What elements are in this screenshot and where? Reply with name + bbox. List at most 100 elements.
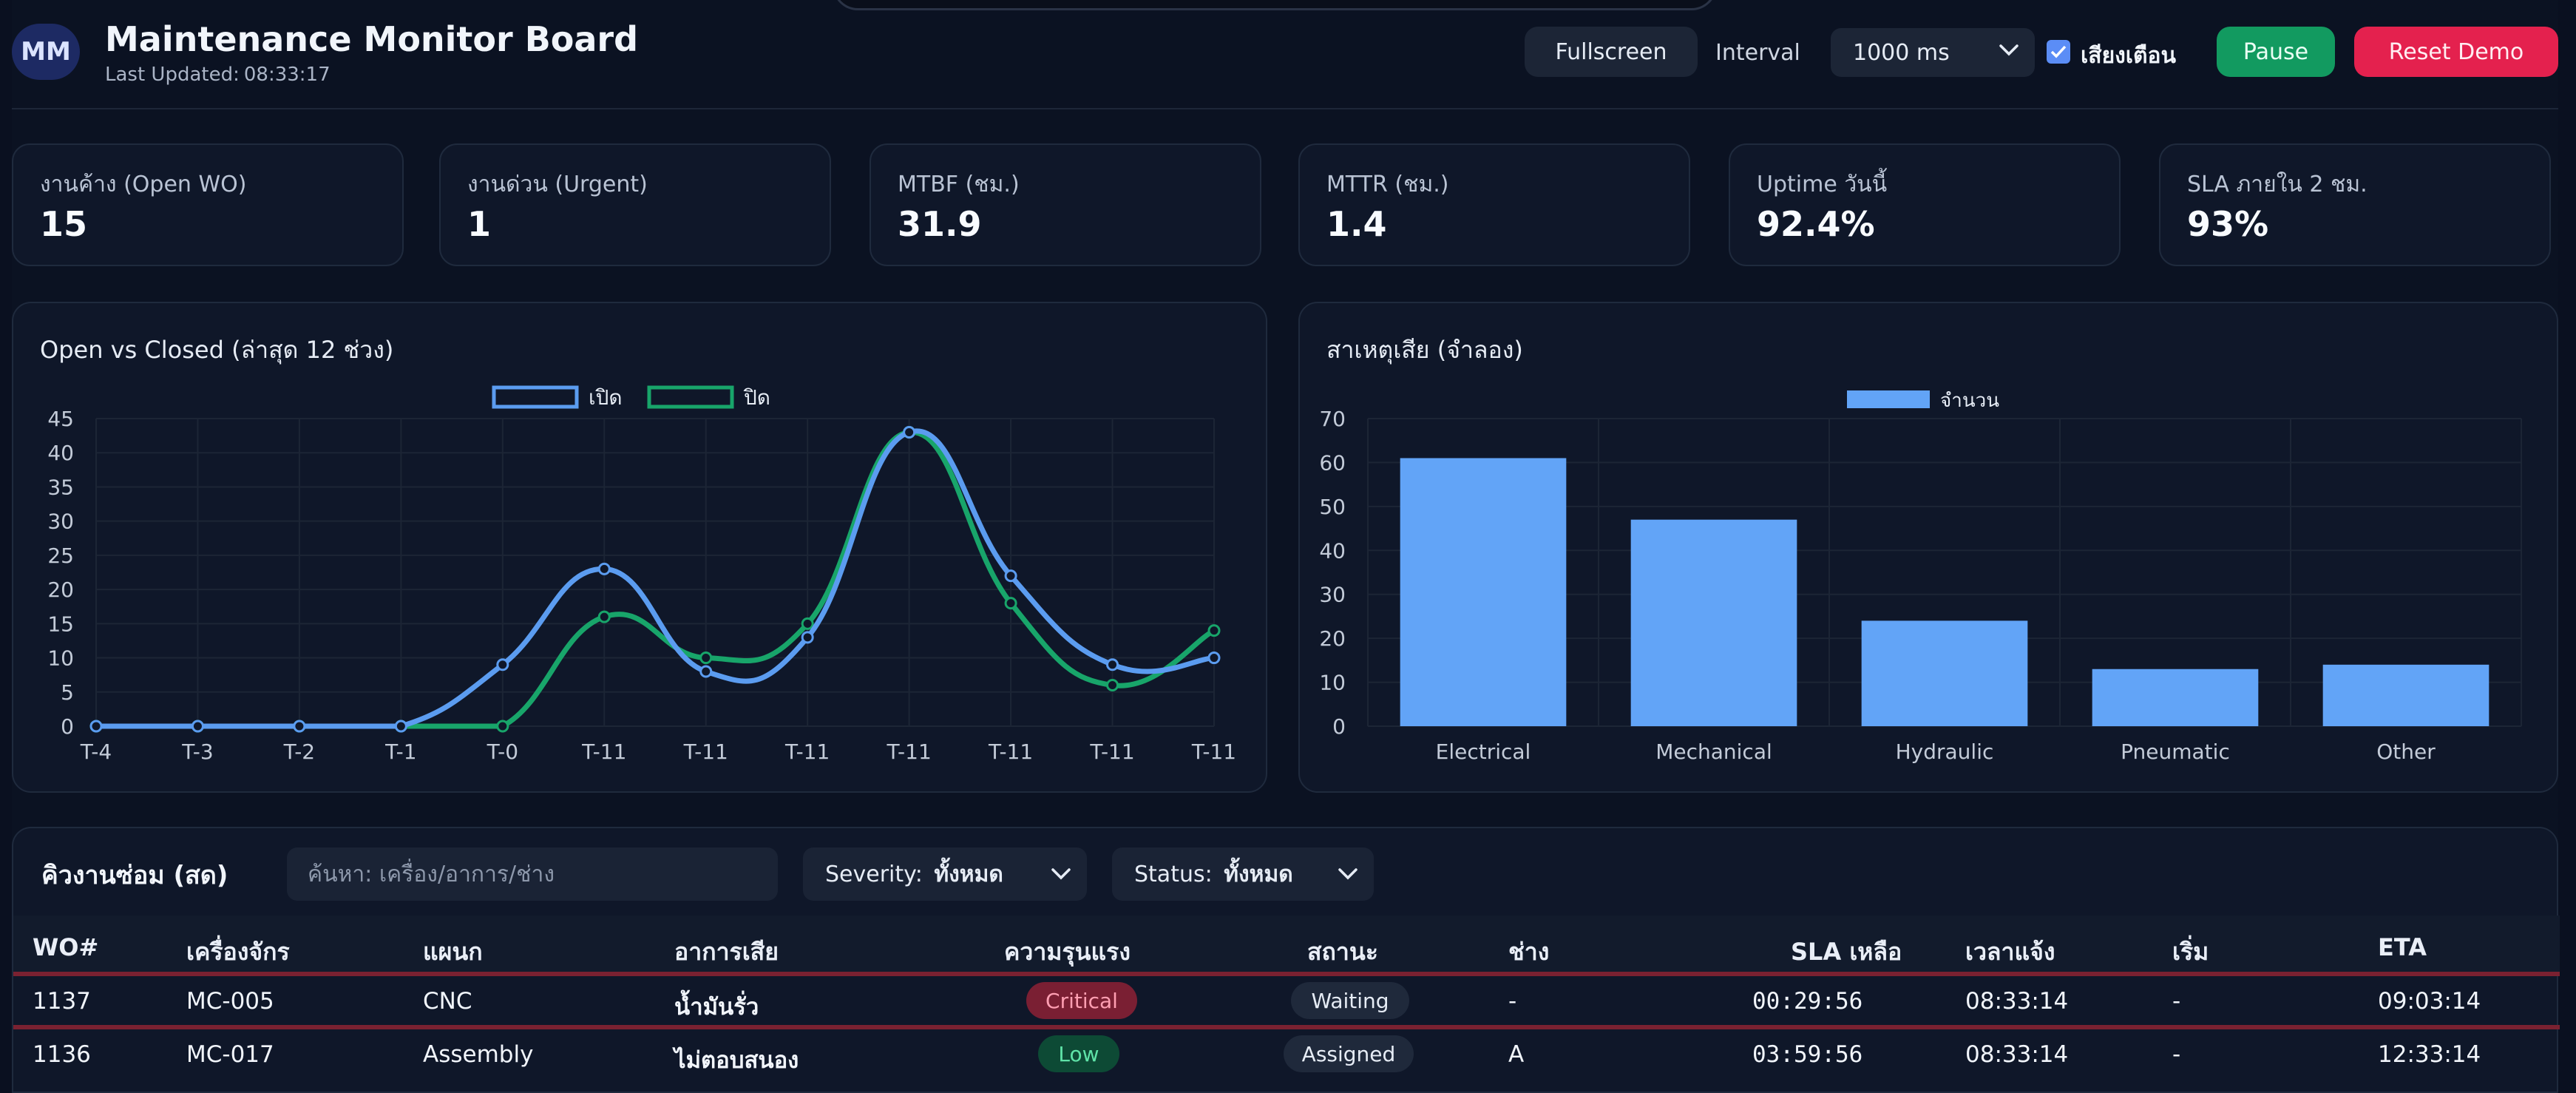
table-header: WO# เครื่องจักร แผนก อาการเสีย ความรุนแร… (13, 916, 2560, 976)
status-filter-value: ทั้งหมด (1224, 861, 1293, 887)
status-filter-select[interactable]: Status: ทั้งหมด (1112, 847, 1374, 901)
failure-cause-chart-panel: สาเหตุเสีย (จำลอง) 0 10 20 30 40 50 60 70 จำนวน E… (1298, 302, 2558, 793)
work-queue-panel: คิวงานซ่อม (สด) ค้นหา: เครื่อง/อาการ/ช่า… (12, 827, 2560, 1093)
reset-demo-button[interactable]: Reset Demo (2354, 27, 2558, 77)
cell-sla: 00:29:56 (1752, 988, 1863, 1015)
kpi-card-open-wo: งานค้าง (Open WO) 15 (12, 143, 404, 266)
y-tick-label: 50 (1319, 495, 1346, 519)
data-point (597, 562, 611, 575)
legend-label: ปิด (743, 385, 770, 410)
interval-value: 1000 ms (1853, 39, 1950, 66)
cell-reported: 08:33:14 (1965, 1041, 2069, 1068)
checkmark-icon (2050, 45, 2067, 58)
pause-button[interactable]: Pause (2217, 27, 2335, 77)
y-tick-label: 60 (1319, 450, 1346, 475)
severity-filter-select[interactable]: Severity: ทั้งหมด (803, 847, 1087, 901)
col-wo[interactable]: WO# (33, 933, 98, 961)
x-tick-label: T-11 (1191, 740, 1236, 764)
x-tick-label: Hydraulic (1896, 740, 1994, 764)
bar (2092, 669, 2259, 726)
cell-wo: 1136 (33, 1041, 91, 1068)
y-tick-label: 5 (61, 680, 74, 705)
y-tick-label: 20 (47, 578, 74, 602)
col-status[interactable]: สถานะ (1307, 933, 1378, 971)
col-start[interactable]: เริ่ม (2172, 933, 2209, 971)
col-severity[interactable]: ความรุนแรง (1004, 933, 1131, 971)
kpi-card-sla: SLA ภายใน 2 ชม. 93% (2159, 143, 2551, 266)
status-filter-label: Status: (1134, 861, 1213, 887)
failure-cause-bar-chart: 0 10 20 30 40 50 60 70 จำนวน Electrical Mechanical… (1319, 390, 2522, 764)
col-sla[interactable]: SLA เหลือ (1791, 933, 1902, 971)
kpi-card-urgent: งานด่วน (Urgent) 1 (439, 143, 831, 266)
x-tick-label: Other (2376, 740, 2436, 764)
cell-tech: A (1508, 1041, 1525, 1068)
cell-sla: 03:59:56 (1752, 1041, 1863, 1068)
data-point (191, 720, 204, 733)
x-tick-label: T-1 (384, 740, 416, 764)
col-symptom[interactable]: อาการเสีย (674, 933, 779, 971)
fullscreen-button[interactable]: Fullscreen (1525, 27, 1698, 77)
kpi-card-mtbf: MTBF (ชม.) 31.9 (870, 143, 1261, 266)
x-tick-label: T-11 (784, 740, 830, 764)
x-tick-label: T-11 (887, 740, 932, 764)
cell-symptom: น้ำมันรั่ว (674, 994, 759, 1021)
cell-eta: 09:03:14 (2378, 988, 2481, 1015)
data-point (394, 720, 407, 733)
severity-filter-label: Severity: (825, 861, 923, 887)
kpi-label: งานด่วน (Urgent) (467, 172, 648, 197)
bar (1861, 620, 2028, 726)
cell-eta: 12:33:14 (2378, 1041, 2481, 1068)
col-eta[interactable]: ETA (2378, 933, 2427, 961)
table-row[interactable]: 1137 MC-005 CNC น้ำมันรั่ว Critical Wait… (13, 976, 2560, 1029)
cell-tech: - (1508, 988, 1517, 1015)
status-badge-waiting: Waiting (1291, 982, 1409, 1019)
cell-start: - (2172, 1041, 2181, 1068)
app-window: MM Maintenance Monitor Board Last Update… (12, 0, 2560, 1093)
y-tick-label: 35 (47, 475, 74, 499)
chevron-down-icon (1051, 868, 1071, 880)
x-tick-label: T-3 (181, 740, 213, 764)
x-tick-label: T-11 (581, 740, 626, 764)
x-tick-label: T-11 (988, 740, 1033, 764)
cell-dept: CNC (423, 988, 472, 1015)
severity-badge-low: Low (1038, 1035, 1119, 1072)
header-bar: MM Maintenance Monitor Board Last Update… (12, 0, 2558, 109)
data-point (801, 617, 814, 630)
cell-symptom: ไม่ตอบสนอง (674, 1047, 799, 1074)
y-tick-label: 15 (47, 612, 74, 636)
sound-alert-checkbox[interactable] (2047, 40, 2070, 64)
x-tick-label: T-11 (683, 740, 728, 764)
interval-select[interactable]: 1000 ms (1831, 28, 2035, 77)
y-tick-label: 40 (1319, 538, 1346, 563)
sound-alert-label: เสียงเตือน (2081, 43, 2177, 69)
data-point (1207, 624, 1221, 637)
col-reported[interactable]: เวลาแจ้ง (1965, 933, 2055, 971)
x-tick-label: T-0 (487, 740, 518, 764)
table-row[interactable]: 1136 MC-017 Assembly ไม่ตอบสนอง Low Assi… (13, 1029, 2560, 1083)
data-point (496, 658, 509, 671)
col-machine[interactable]: เครื่องจักร (186, 933, 290, 971)
y-tick-label: 45 (47, 407, 74, 431)
severity-badge-critical: Critical (1026, 982, 1137, 1019)
x-tick-label: T-4 (80, 740, 112, 764)
last-updated-label: Last Updated: (105, 64, 240, 86)
y-tick-label: 40 (47, 441, 74, 465)
cell-dept: Assembly (423, 1041, 534, 1068)
col-dept[interactable]: แผนก (423, 933, 483, 971)
interval-label: Interval (1715, 40, 1800, 66)
series-line (95, 428, 1215, 729)
kpi-value: 31.9 (898, 204, 982, 244)
data-point (1207, 652, 1221, 665)
y-tick-label: 30 (1319, 583, 1346, 607)
kpi-label: งานค้าง (Open WO) (40, 172, 247, 197)
col-tech[interactable]: ช่าง (1508, 933, 1549, 971)
cell-machine: MC-005 (186, 988, 274, 1015)
y-tick-label: 10 (1319, 671, 1346, 695)
kpi-label: Uptime วันนี้ (1757, 172, 1888, 197)
data-point (699, 665, 713, 678)
kpi-card-mttr: MTTR (ชม.) 1.4 (1298, 143, 1690, 266)
queue-search-input[interactable]: ค้นหา: เครื่อง/อาการ/ช่าง (287, 847, 778, 901)
data-point (699, 652, 713, 665)
x-tick-label: Electrical (1436, 740, 1531, 764)
chevron-down-icon (1338, 868, 1358, 880)
